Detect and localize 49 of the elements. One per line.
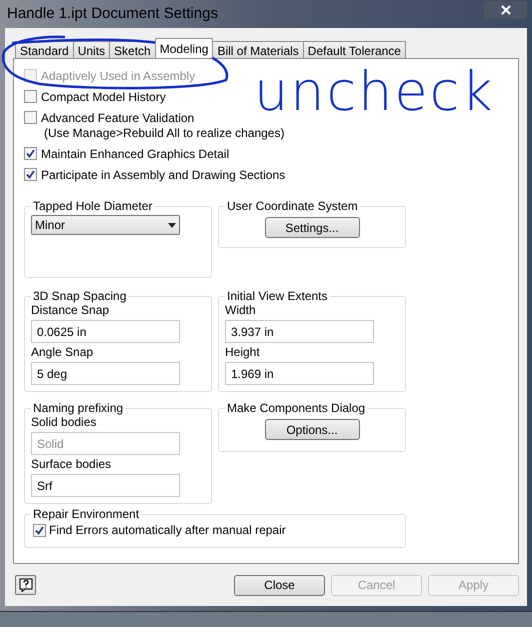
field-label: Width — [225, 303, 257, 318]
tab[interactable]: Default Tolerance — [302, 41, 406, 58]
checkbox[interactable] — [33, 524, 46, 536]
push-button[interactable]: Close — [234, 574, 325, 596]
checkmark-icon — [26, 170, 35, 179]
dropdown[interactable]: Minor — [31, 215, 180, 235]
field-label: Angle Snap — [31, 345, 94, 360]
option-label: Participate in Assembly and Drawing Sections — [41, 168, 286, 182]
option-label: Find Errors automatically after manual repair — [49, 522, 286, 539]
field-label: Distance Snap — [31, 303, 110, 318]
tab[interactable]: Bill of Materials — [212, 41, 304, 58]
close-button[interactable] — [484, 1, 527, 19]
input-field[interactable]: 0.0625 in — [31, 320, 180, 343]
annotation-text: uncheck — [254, 62, 495, 122]
help-button[interactable] — [15, 575, 36, 595]
input-field[interactable]: 5 deg — [31, 362, 180, 385]
option-label: Maintain Enhanced Graphics Detail — [41, 147, 230, 161]
input-field[interactable]: 1.969 in — [225, 362, 374, 385]
group-title: Initial View Extents — [225, 289, 330, 303]
tab[interactable]: Sketch — [109, 41, 156, 58]
field-label: Surface bodies — [31, 457, 112, 472]
group-title: Tapped Hole Diameter — [31, 199, 154, 213]
push-button[interactable]: Options... — [264, 419, 360, 440]
help-icon — [18, 578, 32, 592]
checkbox[interactable] — [24, 111, 37, 124]
group-title: 3D Snap Spacing — [31, 289, 128, 303]
group-title: Make Components Dialog — [225, 401, 368, 415]
checkbox[interactable] — [24, 147, 37, 160]
tab[interactable]: Units — [72, 41, 110, 58]
window-title: Handle 1.ipt Document Settings — [6, 4, 218, 24]
input-field[interactable]: 3.937 in — [225, 320, 374, 343]
checkmark-icon — [26, 149, 35, 158]
close-icon — [500, 5, 510, 15]
option-label: Adaptively Used in Assembly — [41, 69, 196, 83]
option-label: Compact Model History — [41, 90, 166, 104]
group-title: Repair Environment — [31, 507, 142, 521]
field-label: Solid bodies — [31, 415, 98, 430]
checkmark-icon — [35, 526, 44, 534]
tab[interactable]: Modeling — [154, 38, 214, 58]
caret-icon — [168, 222, 176, 228]
group-title: Naming prefixing — [31, 401, 126, 415]
option-label: Advanced Feature Validation — [41, 111, 196, 125]
checkbox[interactable] — [24, 168, 37, 181]
input-field[interactable]: Srf — [31, 474, 180, 497]
field-label: Height — [225, 345, 261, 360]
push-button[interactable]: Settings... — [264, 217, 360, 238]
group-title: User Coordinate System — [225, 199, 360, 213]
checkbox[interactable] — [24, 90, 37, 103]
option-note: (Use Manage>Rebuild All to realize changes) — [43, 126, 284, 140]
